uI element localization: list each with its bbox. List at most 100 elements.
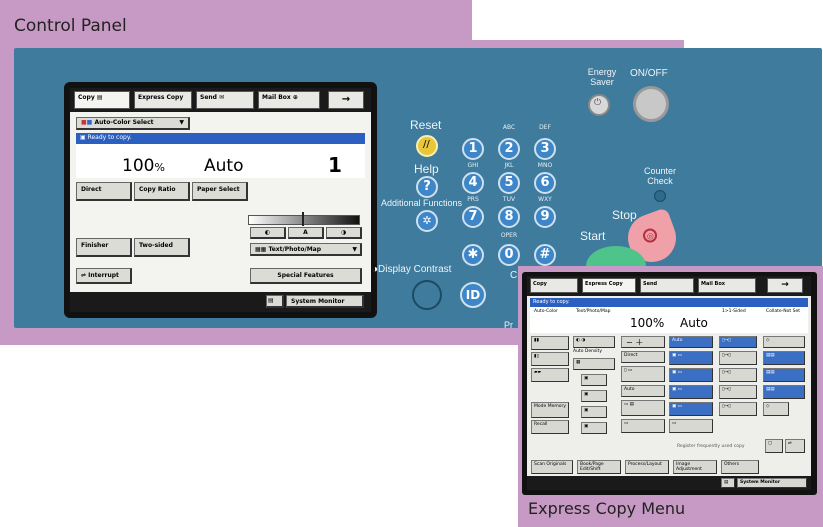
power-button[interactable]	[633, 86, 669, 122]
key-star[interactable]: ✱	[462, 244, 484, 266]
others-button[interactable]: Others	[721, 460, 759, 474]
copy-ratio-button[interactable]: Copy Ratio	[134, 182, 190, 201]
register-button[interactable]: ▢	[765, 439, 783, 453]
paper-drawer-1-button[interactable]: ▣ ▭	[669, 351, 713, 365]
lighter-button[interactable]: ◐	[250, 227, 286, 239]
express-printer-icon[interactable]: ▤	[721, 478, 735, 488]
reduce-enlarge-button[interactable]: ▯ ▭	[621, 366, 665, 382]
help-icon: ?	[423, 179, 431, 194]
display-contrast-label: ◑Display Contrast	[372, 264, 451, 275]
express-system-monitor-button[interactable]: System Monitor	[737, 478, 807, 488]
direct-button[interactable]: Direct	[76, 182, 132, 201]
staple-button[interactable]: ▤▤	[763, 385, 805, 399]
express-tab-copy[interactable]: Copy	[530, 278, 578, 293]
auto-density-button[interactable]: A	[288, 227, 324, 239]
collate-not-set-button[interactable]: ◇	[763, 336, 805, 348]
other-ratio-button[interactable]: ▭	[621, 419, 665, 433]
tab-copy[interactable]: Copy ▤	[74, 91, 130, 109]
rotate-button[interactable]: ◇	[763, 402, 789, 416]
express-direct-button[interactable]: Direct	[621, 351, 665, 363]
tab-send[interactable]: Send ✉	[196, 91, 254, 109]
counter-check-button[interactable]	[654, 190, 666, 202]
tab-mail-box[interactable]: Mail Box ⊕	[258, 91, 320, 109]
paper-drawer-4-button[interactable]: ▣ ▭	[669, 402, 713, 416]
book-to-two-sided-button[interactable]: ▯→▯	[719, 402, 757, 416]
key-8[interactable]: 8	[498, 206, 520, 228]
express-color-header: Auto-Color	[534, 309, 558, 314]
express-photo-mode-button[interactable]: ▣	[581, 374, 607, 386]
ratio-unit: %	[154, 161, 165, 174]
process-layout-button[interactable]: Process/Layout	[625, 460, 669, 474]
additional-functions-button[interactable]: ✲	[416, 210, 438, 232]
next-tab-arrow-button[interactable]: →	[328, 91, 364, 109]
printer-status-icon[interactable]: ▤	[266, 295, 284, 308]
system-monitor-button[interactable]: System Monitor	[286, 295, 364, 308]
express-full-color-button[interactable]: ▮▮	[531, 336, 569, 350]
scan-originals-button[interactable]: Scan Originals	[531, 460, 573, 474]
one-to-two-sided-button[interactable]: ▯→▯	[719, 351, 757, 365]
express-tab-mail-box[interactable]: Mail Box	[698, 278, 756, 293]
express-auto-ratio-button[interactable]: Auto	[621, 385, 665, 397]
auto-density-label: Auto Density	[573, 349, 602, 354]
key-3[interactable]: 3	[534, 138, 556, 160]
interrupt-button[interactable]: ⇌ Interrupt	[76, 268, 132, 284]
paper-drawer-2-button[interactable]: ▣ ▭	[669, 368, 713, 382]
express-color-option-button[interactable]: ▰▰	[531, 368, 569, 382]
interrupt-button[interactable]: ⇌	[785, 439, 805, 453]
key-0[interactable]: 0	[498, 244, 520, 266]
special-features-label: Special Features	[277, 272, 334, 279]
energy-saver-label: Energy Saver	[587, 67, 617, 87]
mode-memory-button[interactable]: Mode Memory	[531, 402, 569, 418]
express-density-buttons[interactable]: ◐ ◑	[573, 336, 615, 348]
energy-saver-button[interactable]: ⏻	[588, 94, 610, 116]
express-map-mode-button[interactable]: ▣	[581, 390, 607, 402]
image-mode-dropdown[interactable]: ▦▦ Text/Photo/Map ▼	[250, 243, 362, 256]
express-tab-send[interactable]: Send	[640, 278, 694, 293]
express-paper-auto-button[interactable]: Auto	[669, 336, 713, 348]
key-4[interactable]: 4	[462, 172, 484, 194]
two-to-two-sided-button[interactable]: ▯→▯	[719, 368, 757, 382]
express-bw-button[interactable]: ▮▯	[531, 352, 569, 366]
key-2[interactable]: 2	[498, 138, 520, 160]
express-text-mode-button[interactable]: ▦	[573, 358, 615, 370]
key-5[interactable]: 5	[498, 172, 520, 194]
color-mode-icon-2: ■	[86, 119, 93, 126]
two-sided-button[interactable]: Two-sided	[134, 238, 190, 257]
ratio-minus-plus-buttons[interactable]: − ＋	[621, 336, 665, 348]
one-to-one-sided-button[interactable]: ▯→▯	[719, 336, 757, 348]
finisher-button[interactable]: Finisher	[76, 238, 132, 257]
interrupt-label: Interrupt	[88, 272, 119, 279]
key-1[interactable]: 1	[462, 138, 484, 160]
express-next-arrow-button[interactable]: →	[767, 278, 803, 293]
id-button[interactable]: ID	[460, 282, 486, 308]
express-tab-express-copy[interactable]: Express Copy	[582, 278, 636, 293]
express-copied-mode-button[interactable]: ▣	[581, 422, 607, 434]
send-icon: ✉	[219, 94, 225, 101]
clear-label-partial: C	[510, 270, 518, 281]
special-features-button[interactable]: Special Features	[250, 268, 362, 284]
color-select-dropdown[interactable]: ■■ Auto-Color Select ▼	[76, 117, 190, 130]
darker-button[interactable]: ◑	[326, 227, 362, 239]
key-6[interactable]: 6	[534, 172, 556, 194]
paper-drawer-other-button[interactable]: ▭	[669, 419, 713, 433]
book-page-edit-button[interactable]: Book/Page Edit/Shift	[577, 460, 621, 474]
paper-select-button[interactable]: Paper Select	[192, 182, 248, 201]
density-indicator	[302, 212, 304, 226]
group-button[interactable]: ▤▤	[763, 368, 805, 382]
collate-button[interactable]: ▤▤	[763, 351, 805, 365]
key-7[interactable]: 7	[462, 206, 484, 228]
entire-image-button[interactable]: ▭ ▤	[621, 400, 665, 416]
two-to-one-sided-button[interactable]: ▯→▯	[719, 385, 757, 399]
key-9[interactable]: 9	[534, 206, 556, 228]
key-hash[interactable]: #	[534, 244, 556, 266]
recall-button[interactable]: Recall	[531, 420, 569, 434]
help-button[interactable]: ?	[416, 176, 438, 198]
oper-label: OPER	[500, 232, 518, 239]
display-contrast-dial[interactable]	[412, 280, 442, 310]
image-adjustment-button[interactable]: Image Adjustment	[673, 460, 717, 474]
mailbox-icon: ⊕	[292, 94, 298, 101]
tab-express-copy[interactable]: Express Copy	[134, 91, 192, 109]
reset-button[interactable]: //	[416, 135, 438, 157]
paper-drawer-3-button[interactable]: ▣ ▭	[669, 385, 713, 399]
express-print-mode-button[interactable]: ▣	[581, 406, 607, 418]
